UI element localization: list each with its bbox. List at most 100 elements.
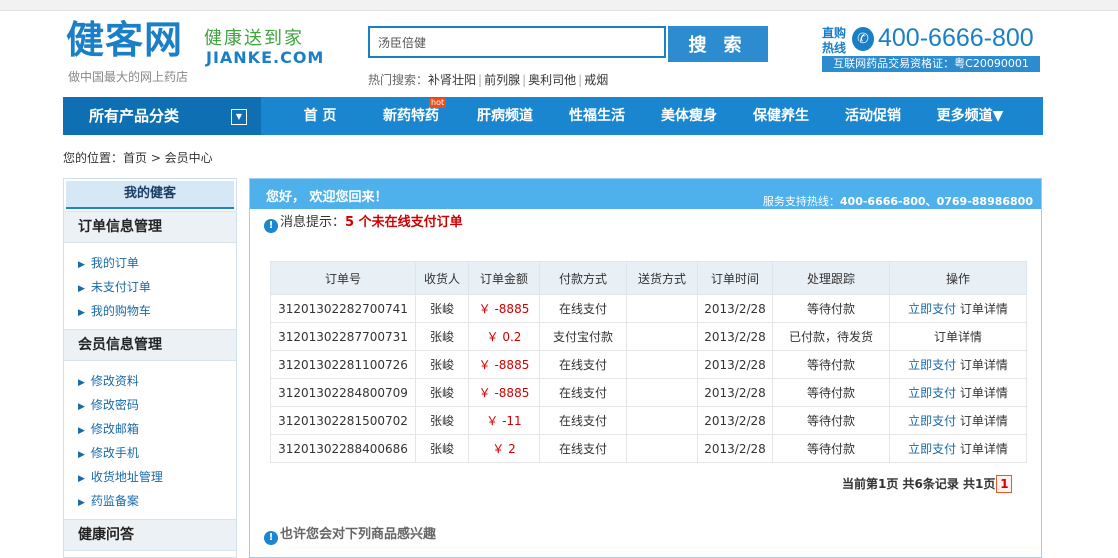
sidebar-link-address[interactable]: 收货地址管理 [91, 470, 163, 484]
order-amount: ￥ 2 [468, 434, 540, 463]
welcome-text: 您好， 欢迎您回来！ [266, 190, 388, 205]
notice-label: 消息提示： [280, 215, 346, 230]
sidebar-section-health-qa[interactable]: 健康问答 [64, 519, 236, 551]
order-actions: 立即支付 订单详情 [889, 294, 1027, 323]
order-status: 等待付款 [772, 434, 890, 463]
site-logo[interactable]: 健客网 健康送到家 JIANKE.COM 做中国最大的网上药店 [66, 18, 326, 88]
recommendations-title: 也许您会对下列商品感兴趣 [280, 527, 437, 542]
order-payment: 支付宝付款 [539, 322, 627, 351]
sidebar-item: ▶ 我的订单 [78, 251, 236, 275]
pay-now-link[interactable]: 立即支付 [908, 386, 956, 400]
column-header: 送货方式 [626, 261, 698, 295]
order-detail-link[interactable]: 订单详情 [960, 358, 1008, 372]
order-payment: 在线支付 [539, 294, 627, 323]
pay-now-link[interactable]: 立即支付 [908, 414, 956, 428]
order-amount: ￥ -8885 [468, 350, 540, 379]
order-id: 31201302281100726 [270, 350, 416, 379]
order-payment: 在线支付 [539, 434, 627, 463]
phone-icon: ✆ [852, 27, 874, 51]
hot-search-link[interactable]: 戒烟 [584, 73, 608, 87]
dropdown-arrow-icon: ▼ [231, 109, 247, 125]
page-number-button[interactable]: 1 [996, 475, 1013, 493]
order-actions: 立即支付 订单详情 [889, 434, 1027, 463]
nav-item-liver[interactable]: 肝病频道 [467, 97, 543, 135]
nav-item-more[interactable]: 更多频道▼ [925, 97, 1015, 135]
sidebar-section-orders: 订单信息管理 [64, 211, 236, 243]
sidebar-item: ▶ 修改密码 [78, 393, 236, 417]
bullet-arrow-icon: ▶ [78, 498, 85, 508]
pay-now-link[interactable]: 立即支付 [908, 442, 956, 456]
table-row: 31201302287700731 张峻 ￥ 0.2 支付宝付款 2013/2/… [270, 322, 1027, 351]
order-id: 31201302284800709 [270, 378, 416, 407]
logo-tagline: 做中国最大的网上药店 [68, 70, 189, 84]
sidebar-item: ▶ 药监备案 [78, 489, 236, 513]
search-button[interactable]: 搜 索 [668, 26, 768, 62]
order-actions: 订单详情 [889, 322, 1027, 351]
bullet-arrow-icon: ▶ [78, 450, 85, 460]
hot-search-link[interactable]: 补肾壮阳 [428, 73, 476, 87]
sidebar-title: 我的健客 [66, 181, 234, 209]
pay-now-link[interactable]: 立即支付 [908, 302, 956, 316]
order-date: 2013/2/28 [697, 294, 773, 323]
sidebar-link-unpaid-orders[interactable]: 未支付订单 [91, 280, 151, 294]
order-detail-link[interactable]: 订单详情 [960, 386, 1008, 400]
column-header: 收货人 [415, 261, 469, 295]
sidebar-link-cart[interactable]: 我的购物车 [91, 304, 151, 318]
sidebar-link-change-phone[interactable]: 修改手机 [91, 446, 139, 460]
order-delivery [626, 294, 698, 323]
all-categories-button[interactable]: 所有产品分类 ▼ [63, 97, 261, 135]
pagination-info: 当前第1页 共6条记录 共1页 [842, 477, 996, 491]
breadcrumb: 您的位置：首页 > 会员中心 [63, 151, 213, 165]
order-detail-link[interactable]: 订单详情 [960, 442, 1008, 456]
license-badge[interactable]: 互联网药品交易资格证：粤C20090001 [822, 56, 1040, 72]
table-row: 31201302282700741 张峻 ￥ -8885 在线支付 2013/2… [270, 294, 1027, 323]
order-amount: ￥ -8885 [468, 294, 540, 323]
order-detail-link[interactable]: 订单详情 [934, 330, 982, 344]
hot-search-separator: | [578, 73, 583, 87]
order-status: 等待付款 [772, 350, 890, 379]
order-delivery [626, 434, 698, 463]
order-detail-link[interactable]: 订单详情 [960, 302, 1008, 316]
column-header: 操作 [889, 261, 1027, 295]
notice-count[interactable]: 5 个未在线支付订单 [345, 215, 463, 230]
nav-item-promotions[interactable]: 活动促销 [835, 97, 911, 135]
order-id: 31201302282700741 [270, 294, 416, 323]
nav-item-home[interactable]: 首 页 [285, 97, 355, 135]
all-categories-label: 所有产品分类 [89, 107, 180, 125]
main-panel: 您好， 欢迎您回来！ 服务支持热线：400-6666-800、0769-8898… [249, 178, 1042, 558]
order-receiver: 张峻 [415, 406, 469, 435]
bullet-arrow-icon: ▶ [78, 426, 85, 436]
sidebar-item: ▶ 修改资料 [78, 369, 236, 393]
sidebar-link-change-password[interactable]: 修改密码 [91, 398, 139, 412]
search-input[interactable] [370, 28, 664, 56]
service-phones: 400-6666-800、0769-88986800 [839, 195, 1033, 208]
nav-item-sex-life[interactable]: 性福生活 [559, 97, 635, 135]
service-hotline: 服务支持热线：400-6666-800、0769-88986800 [763, 193, 1033, 209]
sidebar-item: ▶ 修改邮箱 [78, 417, 236, 441]
nav-item-health[interactable]: 保健养生 [743, 97, 819, 135]
pay-now-link[interactable]: 立即支付 [908, 358, 956, 372]
sidebar-link-drug-record[interactable]: 药监备案 [91, 494, 139, 508]
sidebar-list-orders: ▶ 我的订单 ▶ 未支付订单 ▶ 我的购物车 [64, 243, 236, 329]
bullet-arrow-icon: ▶ [78, 378, 85, 388]
nav-item-slimming[interactable]: 美体瘦身 [651, 97, 727, 135]
order-delivery [626, 322, 698, 351]
hot-search-link[interactable]: 奥利司他 [528, 73, 576, 87]
order-status: 等待付款 [772, 406, 890, 435]
order-payment: 在线支付 [539, 406, 627, 435]
order-actions: 立即支付 订单详情 [889, 378, 1027, 407]
order-date: 2013/2/28 [697, 434, 773, 463]
sidebar-link-change-email[interactable]: 修改邮箱 [91, 422, 139, 436]
order-actions: 立即支付 订单详情 [889, 406, 1027, 435]
order-detail-link[interactable]: 订单详情 [960, 414, 1008, 428]
hot-search-link[interactable]: 前列腺 [484, 73, 520, 87]
bullet-arrow-icon: ▶ [78, 308, 85, 318]
order-status: 等待付款 [772, 378, 890, 407]
order-receiver: 张峻 [415, 322, 469, 351]
hot-search-separator: | [478, 73, 483, 87]
sidebar-link-my-orders[interactable]: 我的订单 [91, 256, 139, 270]
table-row: 31201302281100726 张峻 ￥ -8885 在线支付 2013/2… [270, 350, 1027, 379]
sidebar-link-edit-profile[interactable]: 修改资料 [91, 374, 139, 388]
table-row: 31201302284800709 张峻 ￥ -8885 在线支付 2013/2… [270, 378, 1027, 407]
sidebar-item: ▶ 修改手机 [78, 441, 236, 465]
